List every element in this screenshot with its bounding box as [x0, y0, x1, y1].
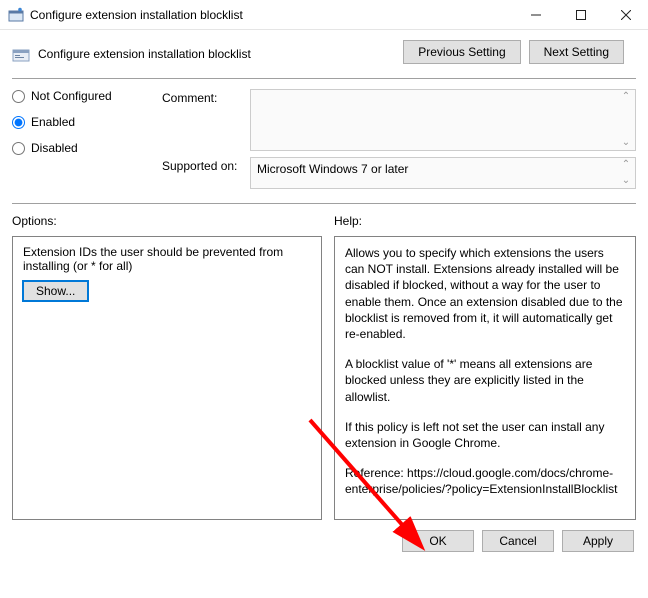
supported-on-label: Supported on: — [162, 157, 250, 189]
policy-icon — [12, 45, 30, 63]
options-description: Extension IDs the user should be prevent… — [23, 245, 311, 273]
radio-enabled[interactable]: Enabled — [12, 115, 162, 129]
options-heading: Options: — [12, 214, 322, 228]
titlebar: Configure extension installation blockli… — [0, 0, 648, 30]
options-panel: Extension IDs the user should be prevent… — [12, 236, 322, 520]
ok-button[interactable]: OK — [402, 530, 474, 552]
help-text: Reference: https://cloud.google.com/docs… — [345, 465, 625, 497]
header: Configure extension installation blockli… — [12, 40, 636, 68]
help-text: If this policy is left not set the user … — [345, 419, 625, 451]
comment-textarea[interactable] — [250, 89, 636, 151]
cancel-button[interactable]: Cancel — [482, 530, 554, 552]
show-button[interactable]: Show... — [23, 281, 88, 301]
radio-label: Enabled — [31, 115, 75, 129]
help-panel: Allows you to specify which extensions t… — [334, 236, 636, 520]
radio-label: Not Configured — [31, 89, 112, 103]
chevron-up-icon: ⌃ — [620, 160, 632, 170]
chevron-down-icon: ⌄ — [620, 176, 632, 186]
minimize-button[interactable] — [513, 0, 558, 30]
supported-on-value: Microsoft Windows 7 or later — [250, 157, 636, 189]
footer: OK Cancel Apply — [0, 520, 648, 564]
radio-disabled[interactable]: Disabled — [12, 141, 162, 155]
chevron-up-icon: ⌃ — [620, 92, 632, 102]
comment-label: Comment: — [162, 89, 250, 151]
help-text: Allows you to specify which extensions t… — [345, 245, 625, 342]
next-setting-button[interactable]: Next Setting — [529, 40, 624, 64]
help-heading: Help: — [334, 214, 636, 228]
radio-label: Disabled — [31, 141, 78, 155]
window-title: Configure extension installation blockli… — [30, 8, 513, 22]
help-text: A blocklist value of '*' means all exten… — [345, 356, 625, 405]
previous-setting-button[interactable]: Previous Setting — [403, 40, 520, 64]
close-button[interactable] — [603, 0, 648, 30]
apply-button[interactable]: Apply — [562, 530, 634, 552]
divider — [12, 78, 636, 79]
maximize-button[interactable] — [558, 0, 603, 30]
radio-not-configured[interactable]: Not Configured — [12, 89, 162, 103]
chevron-down-icon: ⌄ — [620, 138, 632, 148]
policy-icon — [8, 7, 24, 23]
divider — [12, 203, 636, 204]
